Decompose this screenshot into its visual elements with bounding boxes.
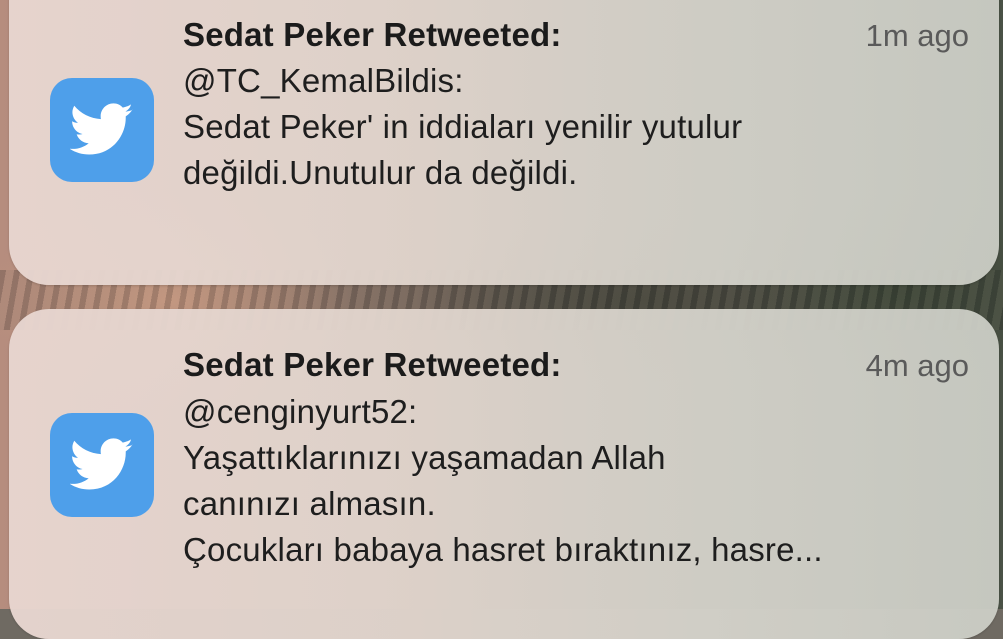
notification-title: Sedat Peker Retweeted: [183, 346, 562, 383]
notification-body-line: Çocukları babaya hasret bıraktınız, hasr… [183, 531, 823, 568]
notification-handle: @TC_KemalBildis: [183, 62, 464, 99]
notification-title: Sedat Peker Retweeted: [183, 16, 562, 53]
notification-time: 4m ago [865, 348, 969, 383]
notification-card[interactable]: Sedat Peker Retweeted: 4m ago @cenginyur… [9, 309, 999, 639]
notification-card[interactable]: Sedat Peker Retweeted: 1m ago @TC_KemalB… [9, 0, 999, 285]
twitter-app-icon [50, 413, 154, 517]
twitter-app-icon [50, 78, 154, 182]
notification-body-line: değildi.Unutulur da değildi. [183, 154, 578, 191]
notification-body-line: Yaşattıklarınızı yaşamadan Allah [183, 439, 666, 476]
twitter-bird-icon [70, 103, 133, 155]
notification-body-line: canınızı almasın. [183, 485, 436, 522]
twitter-bird-icon [70, 438, 133, 490]
notification-body-line: Sedat Peker' in iddiaları yenilir yutulu… [183, 108, 743, 145]
notification-time: 1m ago [865, 18, 969, 53]
notification-handle: @cenginyurt52: [183, 393, 418, 430]
